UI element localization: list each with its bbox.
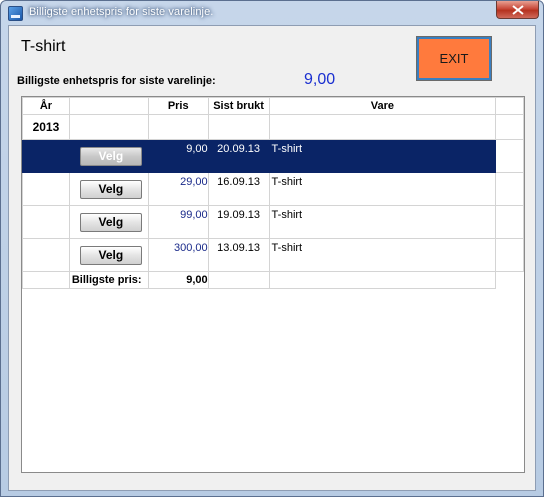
table-row[interactable]: Velg 300,00 13.09.13 T-shirt	[22, 238, 524, 272]
cheapest-summary-label: Billigste pris:	[68, 271, 149, 289]
year-cell: 2013	[22, 114, 70, 140]
price-cell: 99,00	[147, 205, 209, 239]
price-grid[interactable]: År Pris Sist brukt Vare 2013 Velg 9,00 2…	[21, 96, 525, 473]
cheapest-summary-value: 9,00	[147, 271, 209, 289]
item-cell: T-shirt	[268, 139, 497, 173]
row-action-cell: Velg	[68, 172, 149, 206]
table-row[interactable]: Velg 99,00 19.09.13 T-shirt	[22, 205, 524, 239]
date-cell: 20.09.13	[207, 139, 270, 173]
row-year-cell	[22, 139, 70, 173]
table-row[interactable]: Velg 29,00 16.09.13 T-shirt	[22, 172, 524, 206]
column-header-price[interactable]: Pris	[147, 97, 209, 115]
date-cell: 16.09.13	[207, 172, 270, 206]
empty-cell	[496, 272, 524, 289]
empty-cell	[207, 271, 270, 289]
item-cell: T-shirt	[268, 205, 497, 239]
product-title: T-shirt	[21, 38, 66, 55]
table-row[interactable]: Velg 9,00 20.09.13 T-shirt	[22, 139, 524, 173]
row-year-cell	[22, 205, 70, 239]
price-cell: 29,00	[147, 172, 209, 206]
exit-button[interactable]: EXIT	[416, 36, 492, 81]
velg-button[interactable]: Velg	[79, 213, 142, 232]
row-action-cell: Velg	[68, 238, 149, 272]
velg-button[interactable]: Velg	[79, 147, 142, 166]
empty-cell	[495, 114, 524, 140]
row-action-cell: Velg	[68, 205, 149, 239]
column-header-last-used[interactable]: Sist brukt	[207, 97, 270, 115]
table-header-row: År Pris Sist brukt Vare	[22, 97, 524, 115]
close-icon	[512, 5, 524, 15]
price-cell: 9,00	[147, 139, 209, 173]
summary-row: Billigste pris: 9,00	[22, 271, 524, 289]
date-cell: 19.09.13	[207, 205, 270, 239]
price-cell: 300,00	[147, 238, 209, 272]
cheapest-price-value: 9,00	[304, 71, 336, 88]
empty-cell	[268, 114, 497, 140]
row-action-cell: Velg	[68, 139, 149, 173]
empty-cell	[495, 238, 524, 272]
item-cell: T-shirt	[268, 172, 497, 206]
column-header-year[interactable]: År	[22, 97, 70, 115]
year-group-row: 2013	[22, 114, 524, 140]
empty-cell	[22, 271, 70, 289]
app-icon	[8, 6, 23, 21]
row-year-cell	[22, 238, 70, 272]
velg-button[interactable]: Velg	[79, 180, 142, 199]
empty-cell	[495, 139, 524, 173]
window-title: Billigste enhetspris for siste varelinje…	[29, 6, 214, 18]
empty-cell	[207, 114, 270, 140]
empty-cell	[147, 114, 209, 140]
date-cell: 13.09.13	[207, 238, 270, 272]
client-area: T-shirt EXIT Billigste enhetspris for si…	[8, 25, 536, 491]
close-button[interactable]	[496, 1, 539, 19]
empty-cell	[495, 205, 524, 239]
row-year-cell	[22, 172, 70, 206]
empty-cell	[495, 172, 524, 206]
item-cell: T-shirt	[268, 238, 497, 272]
column-header-action[interactable]	[68, 97, 149, 115]
empty-cell	[268, 271, 497, 289]
velg-button[interactable]: Velg	[79, 246, 142, 265]
price-table: År Pris Sist brukt Vare 2013 Velg 9,00 2…	[22, 97, 524, 289]
empty-cell	[68, 114, 149, 140]
column-header-item[interactable]: Vare	[268, 97, 497, 115]
column-header-blank	[495, 97, 524, 115]
title-bar[interactable]: Billigste enhetspris for siste varelinje…	[1, 1, 543, 25]
cheapest-price-label: Billigste enhetspris for siste varelinje…	[17, 75, 216, 87]
dialog-window: Billigste enhetspris for siste varelinje…	[0, 0, 544, 497]
